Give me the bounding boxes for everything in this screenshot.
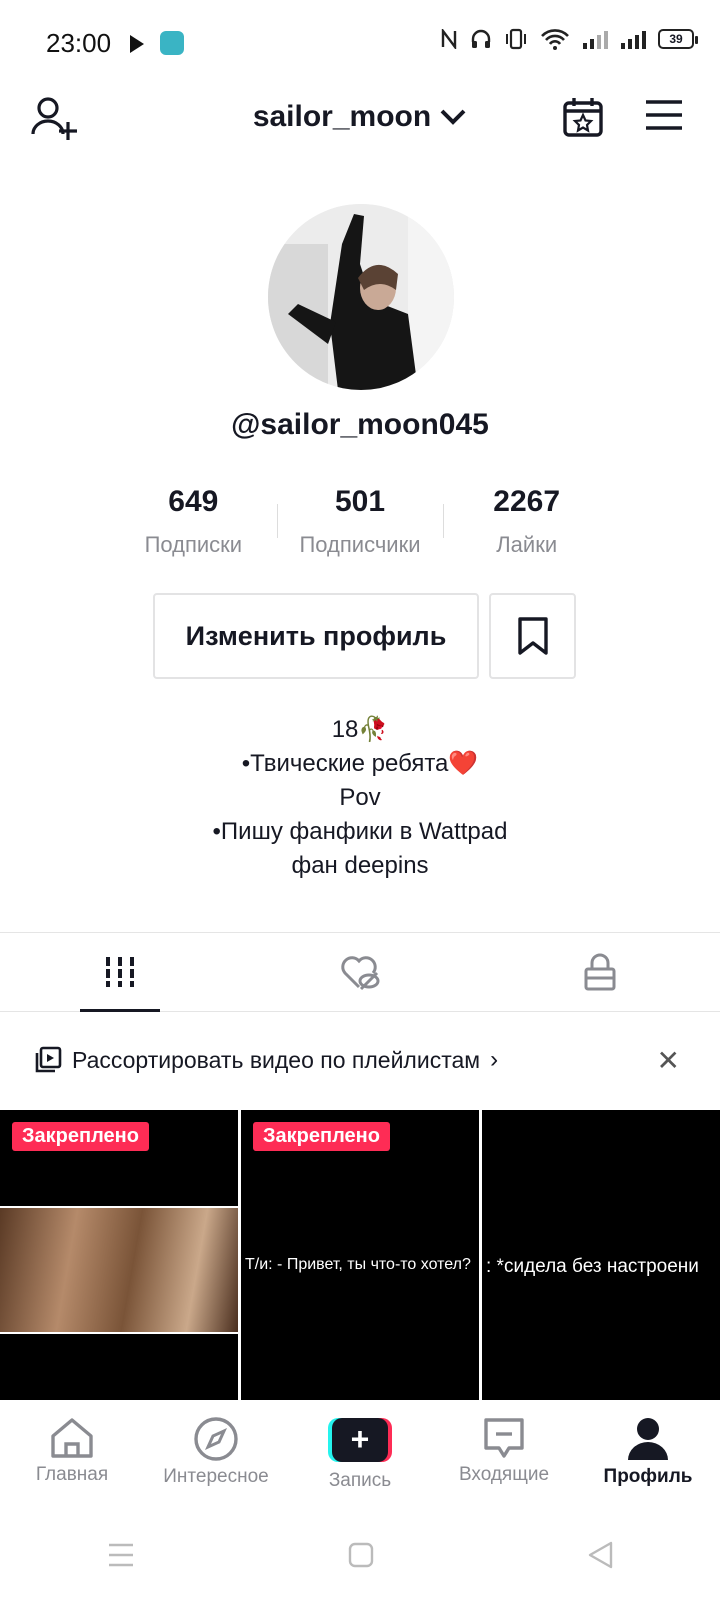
- tab-liked[interactable]: [240, 933, 480, 1011]
- video-grid: Закреплено Закреплено Т/и: - Привет, ты …: [0, 1110, 720, 1400]
- profile-top-bar: sailor_moon: [0, 88, 720, 168]
- lock-icon: [584, 953, 616, 991]
- pinned-badge: Закреплено: [12, 1122, 149, 1151]
- heart-hidden-icon: [341, 956, 380, 991]
- profile-stats: 649 Подписки 501 Подписчики 2267 Лайки: [110, 482, 610, 558]
- plus-icon: +: [328, 1418, 392, 1462]
- nav-label: Входящие: [458, 1464, 550, 1485]
- inbox-icon: [484, 1418, 524, 1458]
- video-thumbnail[interactable]: : *сидела без настроени: [482, 1110, 720, 1400]
- nav-inbox[interactable]: Входящие: [432, 1400, 576, 1510]
- favorites-button[interactable]: [489, 593, 576, 679]
- stat-value: 501: [334, 485, 386, 518]
- app-notification-icon: [160, 31, 184, 55]
- nav-profile[interactable]: Профиль: [576, 1400, 720, 1510]
- nav-label: Главная: [35, 1464, 109, 1485]
- home-icon: [51, 1418, 93, 1458]
- stat-label: Подписчики: [299, 532, 421, 557]
- bookmark-icon: [517, 617, 548, 655]
- nav-home[interactable]: Главная: [0, 1400, 144, 1510]
- bio-line: •Твические ребята❤️: [241, 750, 479, 777]
- status-bar: 23:00 39: [0, 0, 720, 88]
- grid-icon: [106, 957, 134, 987]
- nav-discover[interactable]: Интересное: [144, 1400, 288, 1510]
- home-button-icon[interactable]: [348, 1542, 374, 1568]
- video-caption: Т/и: - Привет, ты что-то хотел?: [245, 1256, 471, 1273]
- stat-value: 2267: [493, 485, 561, 518]
- bio-line: Pov: [339, 784, 381, 811]
- wifi-icon: [541, 29, 569, 50]
- recents-icon[interactable]: [107, 1542, 135, 1568]
- playlist-banner-text: Рассортировать видео по плейлистам: [72, 1046, 481, 1073]
- person-icon: [628, 1418, 668, 1460]
- video-thumbnail[interactable]: Закреплено Т/и: - Привет, ты что-то хоте…: [241, 1110, 479, 1400]
- compass-icon: [194, 1417, 238, 1461]
- video-thumbnail-image: [0, 1206, 238, 1334]
- bottom-navigation: Главная Интересное + Запись Входящие Про…: [0, 1400, 720, 1510]
- video-thumbnail[interactable]: Закреплено: [0, 1110, 238, 1400]
- account-username: sailor_moon: [252, 100, 432, 133]
- signal-icon-2: [621, 31, 646, 49]
- account-switcher[interactable]: sailor_moon: [0, 100, 720, 134]
- headphones-icon: [471, 29, 491, 48]
- stat-following[interactable]: 649 Подписки: [110, 482, 277, 558]
- bio-line: 18🥀: [331, 716, 389, 743]
- tab-private[interactable]: [480, 933, 720, 1011]
- edit-profile-button[interactable]: Изменить профиль: [153, 593, 479, 679]
- profile-handle: @sailor_moon045: [231, 408, 489, 441]
- nav-label: Запись: [328, 1470, 392, 1491]
- calendar-star-icon[interactable]: [562, 96, 604, 138]
- bio-line: фан deepins: [291, 852, 429, 879]
- playlist-icon: [35, 1046, 62, 1073]
- tab-videos[interactable]: [0, 933, 240, 1012]
- signal-icon: [583, 31, 608, 49]
- status-time: 23:00: [46, 28, 112, 58]
- back-icon[interactable]: [587, 1541, 613, 1569]
- nav-label: Интересное: [163, 1466, 269, 1487]
- bio-line: •Пишу фанфики в Wattpad: [212, 818, 508, 845]
- chevron-down-icon: [440, 109, 466, 125]
- vibrate-icon: [506, 28, 526, 50]
- profile-tabs: [0, 932, 720, 1012]
- chevron-right-icon: ›: [490, 1046, 499, 1073]
- nfc-icon: [441, 29, 457, 49]
- profile-bio: 18🥀 •Твические ребята❤️ Pov •Пишу фанфик…: [0, 713, 720, 883]
- stat-followers[interactable]: 501 Подписчики: [276, 482, 444, 558]
- menu-icon[interactable]: [644, 98, 684, 132]
- nav-label: Профиль: [603, 1466, 693, 1487]
- stat-label: Подписки: [144, 532, 243, 557]
- stat-label: Лайки: [496, 532, 558, 557]
- play-icon: [130, 35, 144, 53]
- battery-icon: 39: [658, 29, 698, 49]
- stat-likes[interactable]: 2267 Лайки: [443, 482, 610, 558]
- pinned-badge: Закреплено: [253, 1122, 390, 1151]
- profile-avatar[interactable]: [268, 204, 454, 390]
- close-icon[interactable]: ✕: [657, 1044, 680, 1077]
- nav-record[interactable]: + Запись: [288, 1400, 432, 1510]
- stat-value: 649: [168, 485, 219, 518]
- playlist-banner[interactable]: Рассортировать видео по плейлистам › ✕: [0, 1030, 720, 1090]
- video-caption: : *сидела без настроени: [486, 1256, 699, 1277]
- system-navigation: [0, 1510, 720, 1600]
